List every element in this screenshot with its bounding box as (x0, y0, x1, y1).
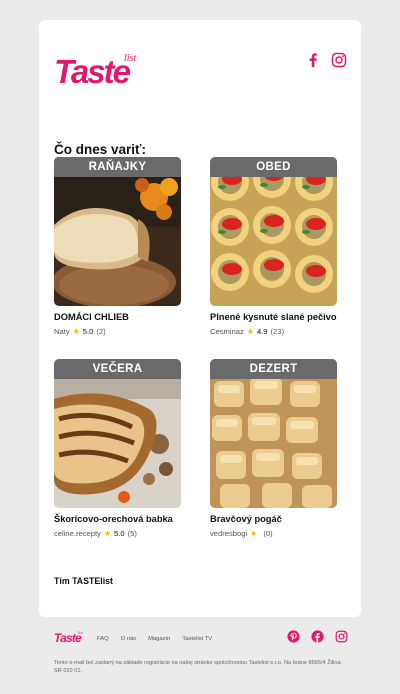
star-icon: ★ (246, 327, 254, 336)
recipe-title[interactable]: Plnené kysnuté slané pečivo (210, 312, 337, 322)
recipe-rating: 5.0 (82, 327, 94, 336)
instagram-icon[interactable] (335, 630, 348, 643)
category-label: RAŇAJKY (54, 157, 181, 177)
rating-count: (2) (96, 327, 106, 336)
star-icon: ★ (72, 327, 80, 336)
recipe-meta: Cesminaz ★ 4.9 (23) (210, 327, 337, 336)
svg-text:list: list (78, 630, 84, 635)
instagram-icon[interactable] (331, 52, 347, 68)
header-social-links (305, 52, 347, 68)
facebook-icon[interactable] (311, 630, 324, 643)
star-icon: ★ (250, 529, 258, 538)
footer-link-faq[interactable]: FAQ (97, 636, 109, 642)
recipe-meta: Naty ★ 5.0 (2) (54, 327, 181, 336)
star-icon: ★ (103, 529, 112, 538)
footer-nav: FAQ O nás Magazín Tastelist TV (97, 636, 212, 642)
recipe-title[interactable]: DOMÁCI CHLIEB (54, 312, 181, 322)
recipe-author[interactable]: celine.recepty (54, 529, 101, 538)
rating-count: (0) (263, 529, 273, 538)
category-label: DEZERT (210, 359, 337, 379)
rating-count: (23) (270, 327, 285, 336)
recipe-author[interactable]: Naty (54, 327, 70, 336)
footer-link-magazine[interactable]: Magazín (148, 636, 170, 642)
footer-link-about[interactable]: O nás (121, 636, 136, 642)
recipe-title[interactable]: Bravčový pogáč (210, 514, 337, 524)
svg-text:list: list (124, 53, 136, 64)
recipe-image[interactable]: DEZERT (210, 359, 337, 508)
recipe-card-dinner[interactable]: VEČERA Škoricovo-orechová babka celine.r… (54, 359, 181, 538)
signature: Tím TASTElist (54, 576, 113, 586)
svg-text:Taste: Taste (54, 53, 131, 90)
recipe-card-dessert[interactable]: DEZERT Bravčový pogáč vedresbogi ★ (0) (210, 359, 337, 538)
category-label: OBED (210, 157, 337, 177)
recipe-meta: celine.recepty ★ 5.0 (5) (54, 529, 181, 538)
pinterest-icon[interactable] (287, 630, 300, 643)
recipe-image[interactable]: OBED (210, 157, 337, 306)
recipe-author[interactable]: Cesminaz (210, 327, 244, 336)
recipe-card-breakfast[interactable]: RAŇAJKY DOMÁCI CHLIEB Naty ★ 5.0 (2) (54, 157, 181, 336)
rating-count: (5) (127, 529, 137, 538)
email-card: Taste list Čo dnes variť: RAŇAJKY DOMÁCI… (39, 20, 361, 617)
footer-link-tv[interactable]: Tastelist TV (182, 636, 212, 642)
tastelist-logo[interactable]: Taste list (54, 50, 149, 90)
footer-logo[interactable]: Taste list (54, 630, 86, 645)
recipe-rating: 5.0 (114, 529, 125, 538)
recipe-card-lunch[interactable]: OBED Plnené kysnuté slané pečivo Cesmina… (210, 157, 337, 336)
recipe-rating: 4.9 (256, 327, 268, 336)
facebook-icon[interactable] (305, 52, 321, 68)
legal-notice: Tento e-mail bol zaslaný na základe regi… (54, 660, 341, 674)
footer-social-links (287, 630, 348, 643)
recipe-image[interactable]: RAŇAJKY (54, 157, 181, 306)
category-label: VEČERA (54, 359, 181, 379)
section-title: Čo dnes variť: (54, 142, 146, 157)
recipe-meta: vedresbogi ★ (0) (210, 529, 337, 538)
recipe-image[interactable]: VEČERA (54, 359, 181, 508)
recipe-author[interactable]: vedresbogi (210, 529, 247, 538)
recipe-title[interactable]: Škoricovo-orechová babka (54, 514, 181, 524)
